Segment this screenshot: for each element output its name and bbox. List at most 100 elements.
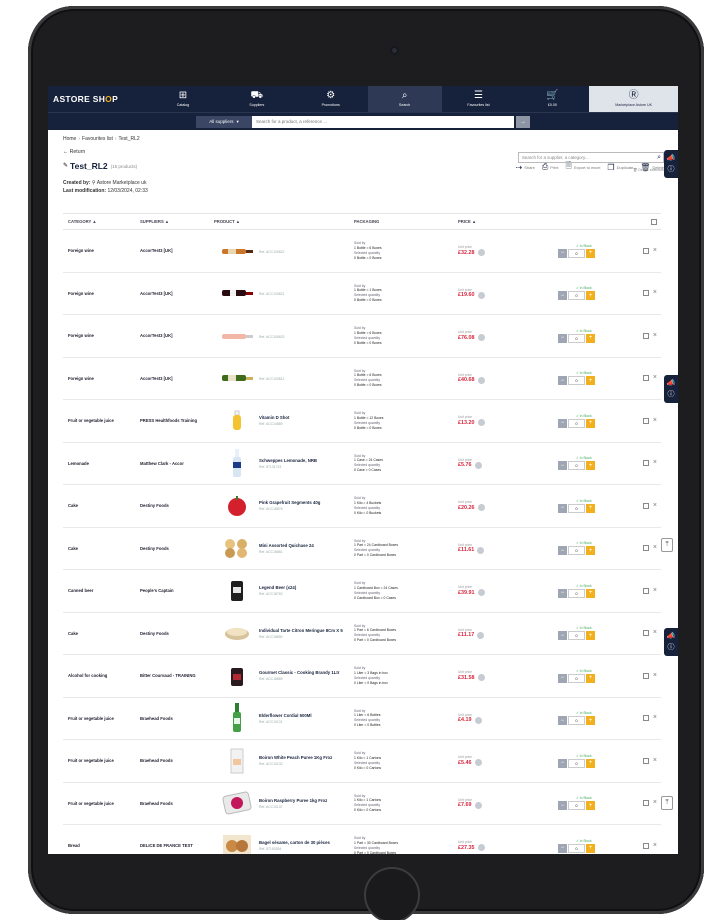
increase-button[interactable]: + [586,716,595,726]
delete-selection-button[interactable]: 🗑 Delete selection [633,168,664,172]
product-name[interactable]: Mini Assorted Quichase 24 [259,543,354,548]
home-button[interactable] [364,867,420,920]
quantity-input[interactable]: 0 [568,588,585,598]
search-button[interactable]: → [516,115,530,128]
decrease-button[interactable]: − [558,546,567,556]
product-image[interactable] [214,288,259,298]
decrease-button[interactable]: − [558,716,567,726]
increase-button[interactable]: + [586,503,595,513]
decrease-button[interactable]: − [558,291,567,301]
row-checkbox[interactable] [642,842,649,849]
row-supplier[interactable]: Braehead Foods [140,801,214,806]
row-checkbox[interactable] [642,587,649,594]
filter-input[interactable]: Search for a supplier, a category... ⌕ [518,152,664,163]
increase-button[interactable]: + [586,843,595,853]
product-name[interactable]: Bagel sésame, carton de 30 pièces [259,840,354,845]
increase-button[interactable]: + [586,758,595,768]
product-image[interactable] [214,702,259,734]
product-name[interactable]: Boiron Raspberry Puree 1kg Froz [259,798,354,803]
product-image[interactable] [214,448,259,478]
price-info-icon[interactable] [477,546,485,554]
row-supplier[interactable]: Destiny Foods [140,631,214,636]
row-supplier[interactable]: PRESS Healthfoods Training [140,418,214,423]
increase-button[interactable]: + [586,248,595,258]
product-image[interactable] [214,373,259,383]
product-image[interactable] [214,537,259,559]
decrease-button[interactable]: − [558,758,567,768]
product-image[interactable] [214,834,259,854]
row-checkbox[interactable] [642,800,649,807]
remove-icon[interactable]: × [653,629,657,636]
increase-button[interactable]: + [586,801,595,811]
row-supplier[interactable]: Bitter Courvaud - TRAINING [140,673,214,678]
product-name[interactable]: Legend Beer (x24) [259,585,354,590]
remove-icon[interactable]: × [653,247,657,254]
nav-item-favourites-list[interactable]: ☰ Favourites list [442,86,516,112]
price-info-icon[interactable] [477,249,485,257]
row-supplier[interactable]: AccorTest3 [UK] [140,291,214,296]
product-image[interactable] [214,410,259,432]
quantity-input[interactable]: 0 [568,248,585,258]
product-image[interactable] [214,664,259,688]
supplier-select[interactable]: All suppliers ▾ [196,115,252,128]
price-info-icon[interactable] [477,631,485,639]
nav-item-suppliers[interactable]: ⛟ Suppliers [220,86,294,112]
increase-button[interactable]: + [586,546,595,556]
row-checkbox[interactable] [642,502,649,509]
increase-button[interactable]: + [586,588,595,598]
decrease-button[interactable]: − [558,248,567,258]
product-image[interactable] [214,790,259,816]
row-checkbox[interactable] [642,247,649,254]
print-button[interactable]: ⎙ Print [542,162,559,172]
price-info-icon[interactable] [477,334,485,342]
row-supplier[interactable]: Destiny Foods [140,503,214,508]
row-checkbox[interactable] [642,715,649,722]
remove-icon[interactable]: × [653,714,657,721]
row-checkbox[interactable] [642,757,649,764]
quantity-input[interactable]: 0 [568,801,585,811]
nav-item-promotions[interactable]: ⚙ Promotions [294,86,368,112]
increase-button[interactable]: + [586,376,595,386]
app-logo[interactable]: ASTORE SHOP [48,94,146,104]
side-tab-bottom[interactable]: 📣 ⓘ [664,628,678,656]
quantity-input[interactable]: 0 [568,503,585,513]
increase-button[interactable]: + [586,631,595,641]
remove-icon[interactable]: × [653,417,657,424]
remove-icon[interactable]: × [653,587,657,594]
product-image[interactable] [214,578,259,604]
quantity-input[interactable]: 0 [568,673,585,683]
row-supplier[interactable]: Matthew Clark - Accor [140,461,214,466]
decrease-button[interactable]: − [558,588,567,598]
product-name[interactable]: Elderflower Cordial 500Ml [259,713,354,718]
remove-icon[interactable]: × [653,544,657,551]
product-image[interactable] [214,246,259,256]
remove-icon[interactable]: × [653,459,657,466]
remove-icon[interactable]: × [653,502,657,509]
side-tab-mid[interactable]: 📣 ⓘ [664,375,678,403]
price-info-icon[interactable] [477,674,485,682]
row-checkbox[interactable] [642,630,649,637]
increase-button[interactable]: + [586,291,595,301]
row-supplier[interactable]: Braehead Foods [140,758,214,763]
row-supplier[interactable]: Destiny Foods [140,546,214,551]
quantity-input[interactable]: 0 [568,376,585,386]
edit-pencil-icon[interactable]: ✎ [63,162,68,169]
increase-button[interactable]: + [586,673,595,683]
remove-icon[interactable]: × [653,289,657,296]
decrease-button[interactable]: − [558,631,567,641]
price-info-icon[interactable] [477,419,485,427]
quantity-input[interactable]: 0 [568,461,585,471]
nav-item-search[interactable]: ⌕ Search [367,86,442,112]
remove-icon[interactable]: × [653,799,657,806]
decrease-button[interactable]: − [558,461,567,471]
quantity-input[interactable]: 0 [568,716,585,726]
decrease-button[interactable]: − [558,673,567,683]
remove-icon[interactable]: × [653,842,657,849]
decrease-button[interactable]: − [558,418,567,428]
increase-button[interactable]: + [586,418,595,428]
row-checkbox[interactable] [642,460,649,467]
product-name[interactable]: Boiron White Peach Puree 1Kg Froz [259,755,354,760]
product-image[interactable] [214,624,259,642]
row-supplier[interactable]: Braehead Foods [140,716,214,721]
increase-button[interactable]: + [586,333,595,343]
